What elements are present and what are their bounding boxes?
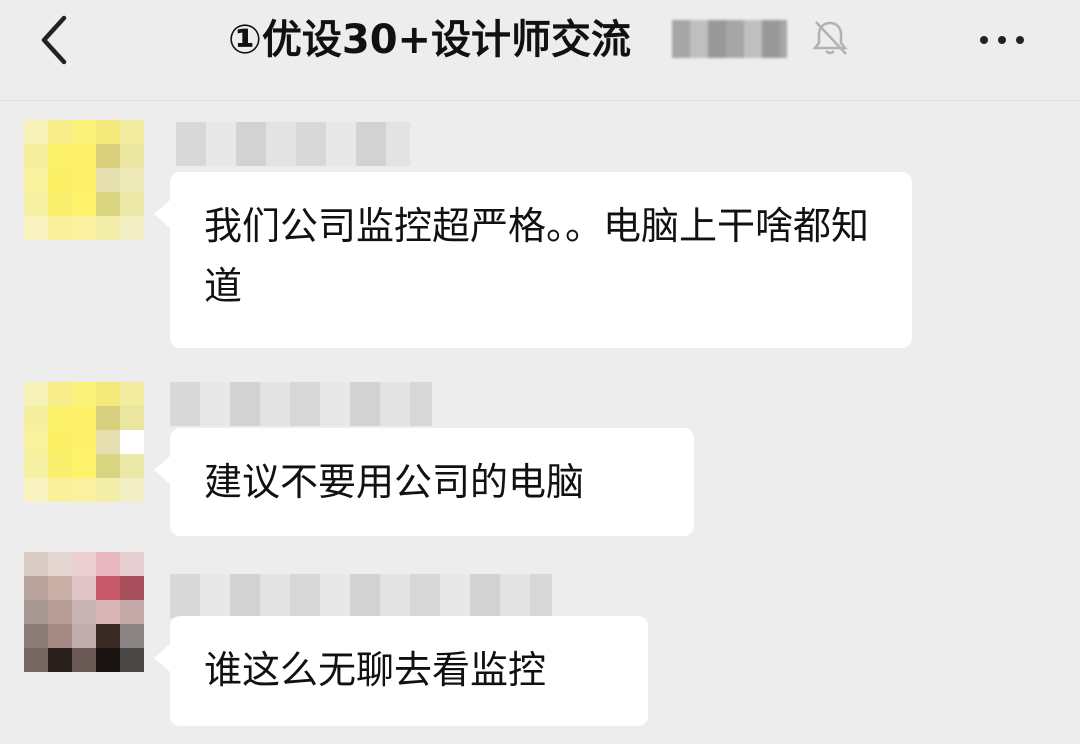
more-horizontal-icon: [980, 36, 1024, 44]
message-bubble: 谁这么无聊去看监控: [154, 616, 648, 726]
sender-name: [176, 122, 410, 166]
back-button[interactable]: [30, 12, 80, 68]
more-button[interactable]: [972, 22, 1032, 58]
blurred-member-count: [672, 20, 787, 58]
sender-name: [170, 382, 432, 426]
sender-name: [170, 574, 552, 618]
avatar[interactable]: [24, 382, 144, 502]
message-bubble: 我们公司监控超严格。。电脑上干啥都知道: [154, 172, 912, 348]
group-title: ①优设30+设计师交流: [228, 17, 632, 63]
message-bubble: 建议不要用公司的电脑: [154, 428, 694, 536]
chat-header: ①优设30+设计师交流: [0, 0, 1080, 101]
avatar[interactable]: [24, 120, 144, 240]
bell-muted-icon: [808, 18, 852, 58]
chevron-left-icon: [41, 15, 67, 65]
avatar[interactable]: [24, 552, 144, 672]
